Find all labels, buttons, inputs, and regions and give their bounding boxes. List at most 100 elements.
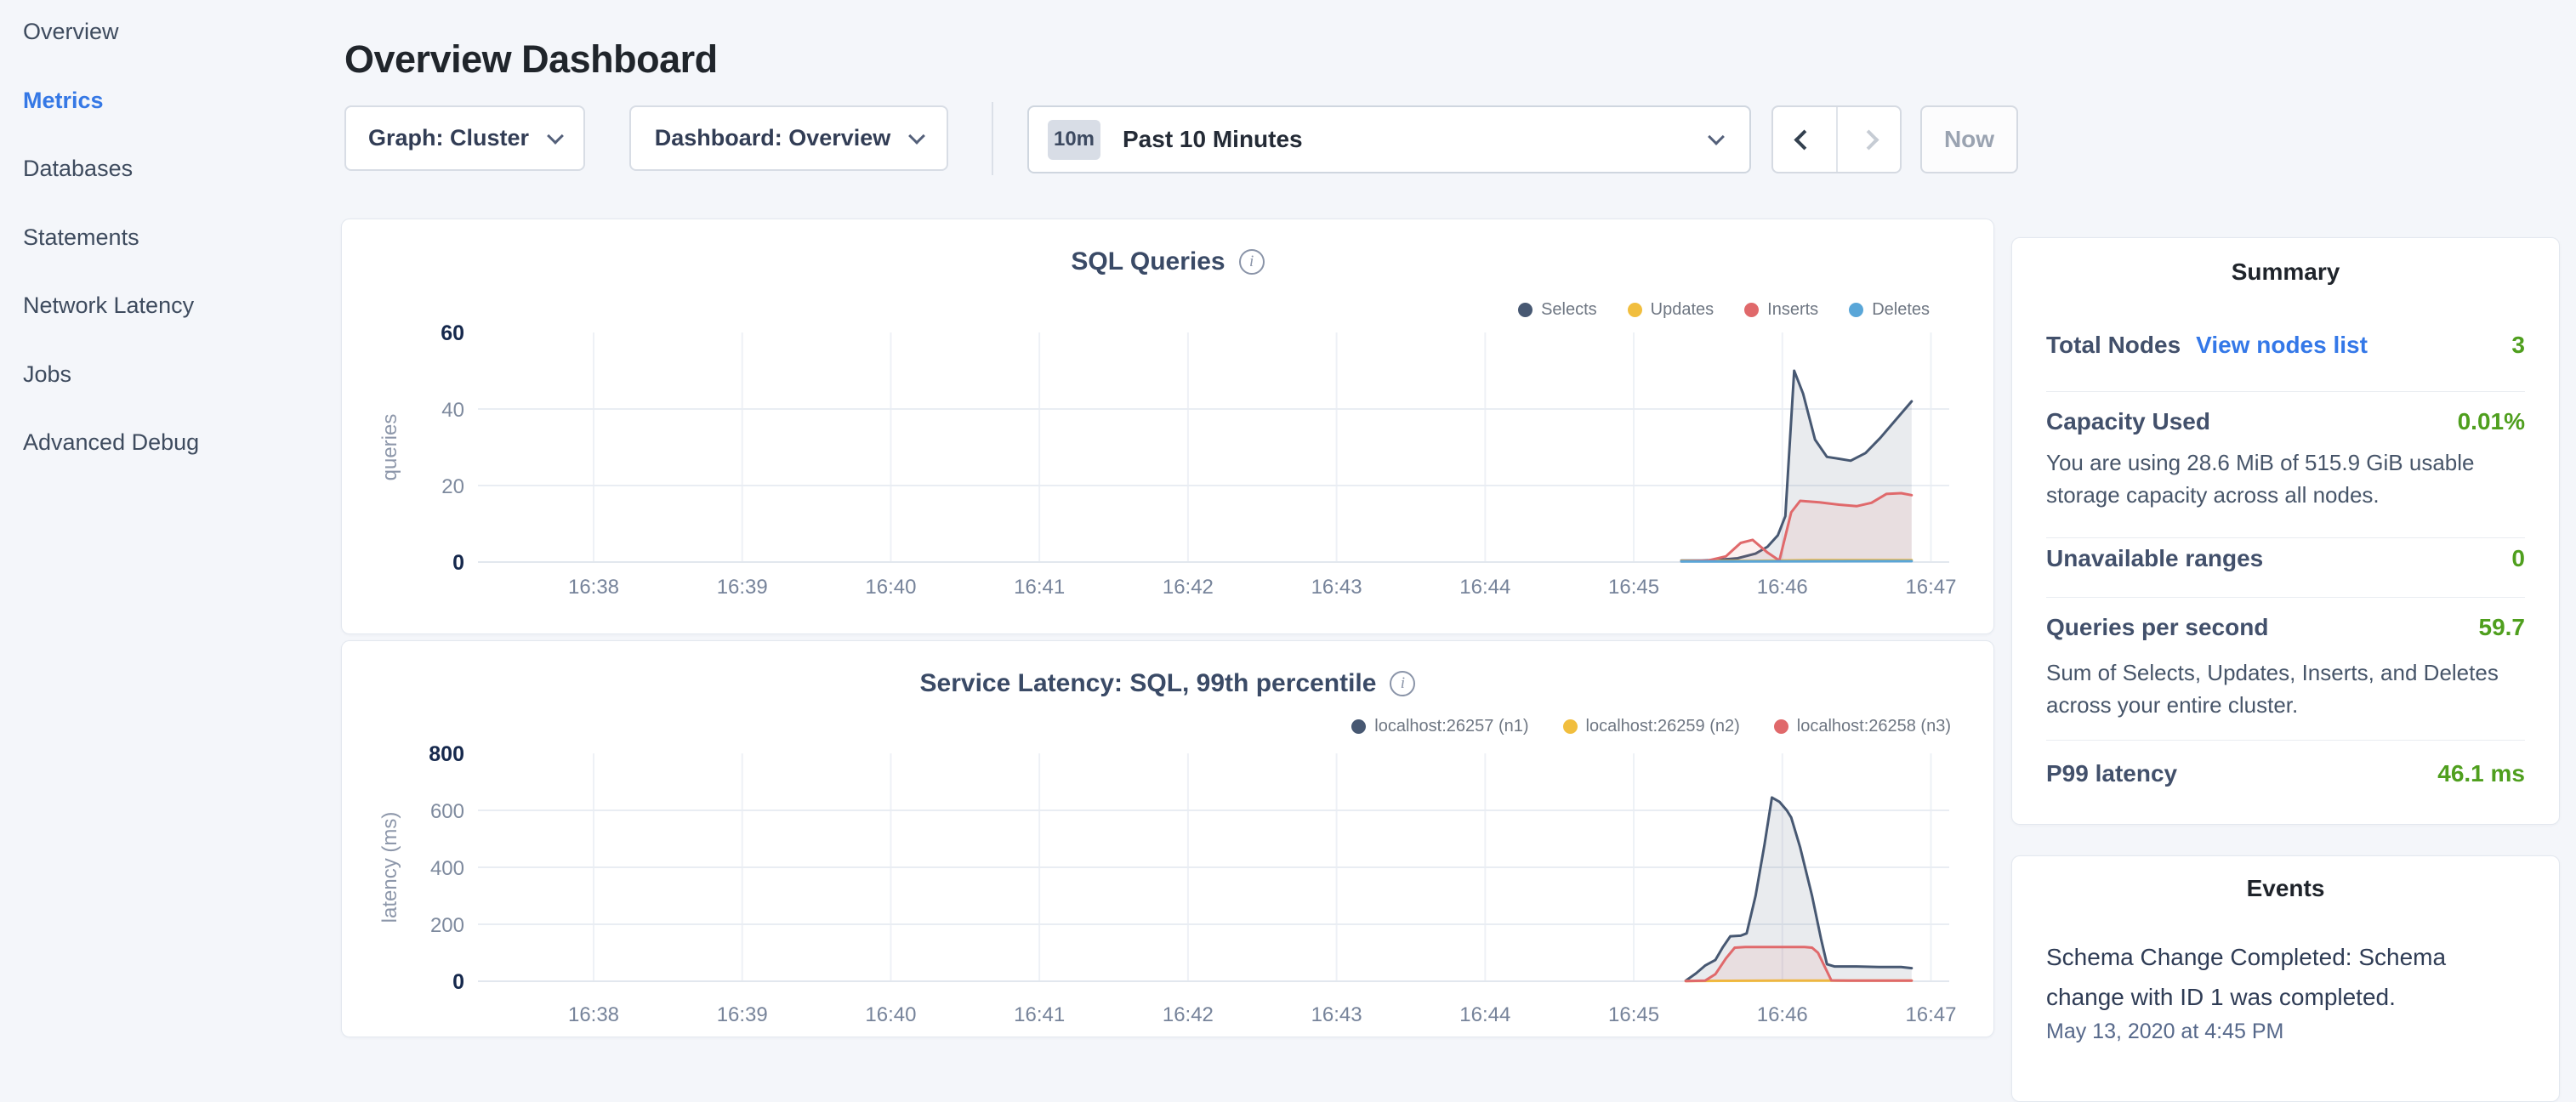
now-button[interactable]: Now: [1920, 105, 2018, 173]
chart-title: SQL Queries: [1071, 247, 1225, 276]
time-range-label: Past 10 Minutes: [1123, 126, 1303, 153]
sidebar-item-databases[interactable]: Databases: [23, 156, 133, 182]
svg-text:40: 40: [441, 399, 464, 422]
svg-text:400: 400: [430, 857, 464, 880]
page-title: Overview Dashboard: [344, 37, 718, 82]
svg-text:16:42: 16:42: [1163, 1003, 1214, 1026]
svg-text:0: 0: [452, 551, 464, 575]
svg-text:16:40: 16:40: [865, 576, 916, 599]
service-latency-chart: 16:3816:3916:4016:4116:4216:4316:4416:45…: [342, 641, 1995, 1038]
legend-label: Selects: [1541, 300, 1597, 320]
svg-text:16:44: 16:44: [1459, 576, 1510, 599]
summary-row-label: P99 latency: [2046, 760, 2177, 787]
sidebar-item-metrics[interactable]: Metrics: [23, 88, 104, 114]
chevron-down-icon: [547, 128, 564, 145]
sidebar-item-advanced-debug[interactable]: Advanced Debug: [23, 429, 199, 456]
svg-text:16:47: 16:47: [1905, 576, 1956, 599]
graph-dropdown-label: Graph: Cluster: [368, 125, 529, 151]
summary-row-subtext: Sum of Selects, Updates, Inserts, and De…: [2046, 656, 2527, 721]
summary-row: Capacity Used0.01%: [2046, 408, 2525, 435]
legend-label: localhost:26258 (n3): [1797, 717, 1951, 736]
sidebar-item-statements[interactable]: Statements: [23, 224, 139, 251]
legend-dot-icon: [1849, 303, 1863, 317]
legend-label: localhost:26257 (n1): [1374, 717, 1528, 736]
chevron-right-icon: [1858, 129, 1879, 150]
legend-item: localhost:26259 (n2): [1563, 717, 1740, 736]
graph-dropdown[interactable]: Graph: Cluster: [344, 105, 585, 171]
legend-dot-icon: [1351, 719, 1366, 734]
legend-item: Selects: [1518, 300, 1597, 320]
sidebar-item-network-latency[interactable]: Network Latency: [23, 293, 194, 319]
legend-label: Updates: [1651, 300, 1714, 320]
chart-title: Service Latency: SQL, 99th percentile: [920, 669, 1377, 698]
svg-text:16:41: 16:41: [1014, 1003, 1065, 1026]
svg-text:16:45: 16:45: [1608, 576, 1659, 599]
summary-row-value: 0: [2511, 545, 2525, 572]
summary-row: Queries per second 59.7: [2046, 614, 2525, 641]
summary-row-label: Queries per second: [2046, 614, 2268, 641]
svg-text:800: 800: [429, 742, 464, 766]
summary-row-value: 59.7: [2479, 614, 2526, 641]
legend-item: localhost:26258 (n3): [1774, 717, 1951, 736]
chart-legend: localhost:26257 (n1) localhost:26259 (n2)…: [1351, 717, 1951, 736]
svg-text:16:39: 16:39: [717, 576, 768, 599]
svg-text:16:43: 16:43: [1311, 1003, 1362, 1026]
svg-text:16:38: 16:38: [568, 576, 619, 599]
divider: [2046, 537, 2525, 538]
prev-time-button[interactable]: [1773, 107, 1838, 172]
view-nodes-list-link[interactable]: View nodes list: [2196, 332, 2368, 359]
svg-text:16:43: 16:43: [1311, 576, 1362, 599]
time-stepper: [1771, 105, 1902, 173]
event-item-date: May 13, 2020 at 4:45 PM: [2046, 1020, 2527, 1044]
legend-dot-icon: [1628, 303, 1642, 317]
chevron-left-icon: [1794, 129, 1815, 150]
summary-row-label: Capacity Used: [2046, 408, 2210, 435]
svg-text:16:41: 16:41: [1014, 576, 1065, 599]
svg-text:60: 60: [441, 321, 464, 345]
sql-queries-chart-card: SQL Queries i Selects Updates Inserts Delet…: [341, 219, 1994, 634]
events-heading: Events: [2012, 875, 2559, 902]
summary-row-value: 3: [2511, 332, 2525, 359]
legend-item: Deletes: [1849, 300, 1930, 320]
info-icon[interactable]: i: [1390, 671, 1415, 696]
svg-text:16:46: 16:46: [1757, 576, 1808, 599]
service-latency-chart-card: Service Latency: SQL, 99th percentile i …: [341, 640, 1994, 1037]
summary-panel: Summary Total Nodes View nodes list 3 Capac…: [2011, 237, 2560, 825]
time-range-badge: 10m: [1048, 120, 1100, 160]
legend-item: Updates: [1628, 300, 1714, 320]
legend-label: Inserts: [1767, 300, 1818, 320]
svg-text:16:39: 16:39: [717, 1003, 768, 1026]
svg-text:600: 600: [430, 800, 464, 823]
summary-row: P99 latency46.1 ms: [2046, 760, 2525, 787]
controls-divider: [992, 102, 993, 175]
svg-text:queries: queries: [378, 414, 401, 481]
time-range-picker[interactable]: 10m Past 10 Minutes: [1027, 105, 1751, 173]
svg-text:20: 20: [441, 475, 464, 498]
sidebar-item-overview[interactable]: Overview: [23, 19, 119, 45]
svg-text:0: 0: [452, 970, 464, 994]
divider: [2046, 597, 2525, 598]
sql-queries-chart: 16:38 16:39 16:40 16:41 16:42 16:43 16:44 16:45…: [342, 219, 1995, 635]
summary-row: Total Nodes View nodes list 3: [2046, 332, 2525, 359]
svg-text:16:42: 16:42: [1163, 576, 1214, 599]
legend-dot-icon: [1518, 303, 1533, 317]
dashboard-dropdown-label: Dashboard: Overview: [655, 125, 891, 151]
event-item-text[interactable]: Schema Change Completed: Schema change w…: [2046, 937, 2527, 1017]
sidebar-item-jobs[interactable]: Jobs: [23, 361, 71, 388]
summary-row-subtext: You are using 28.6 MiB of 515.9 GiB usab…: [2046, 446, 2527, 511]
legend-label: Deletes: [1872, 300, 1930, 320]
summary-row-label: Total Nodes: [2046, 332, 2181, 359]
dashboard-dropdown[interactable]: Dashboard: Overview: [629, 105, 948, 171]
chevron-down-icon: [1708, 128, 1725, 145]
legend-dot-icon: [1744, 303, 1759, 317]
chevron-down-icon: [908, 128, 925, 145]
sidebar: Overview Metrics Databases Statements Networ…: [0, 0, 340, 1051]
summary-heading: Summary: [2012, 258, 2559, 286]
svg-text:16:40: 16:40: [865, 1003, 916, 1026]
summary-row: Unavailable ranges0: [2046, 545, 2525, 572]
legend-dot-icon: [1774, 719, 1788, 734]
next-time-button[interactable]: [1838, 107, 1901, 172]
chart-legend: Selects Updates Inserts Deletes: [1518, 300, 1930, 320]
info-icon[interactable]: i: [1239, 249, 1265, 275]
svg-text:200: 200: [430, 914, 464, 937]
